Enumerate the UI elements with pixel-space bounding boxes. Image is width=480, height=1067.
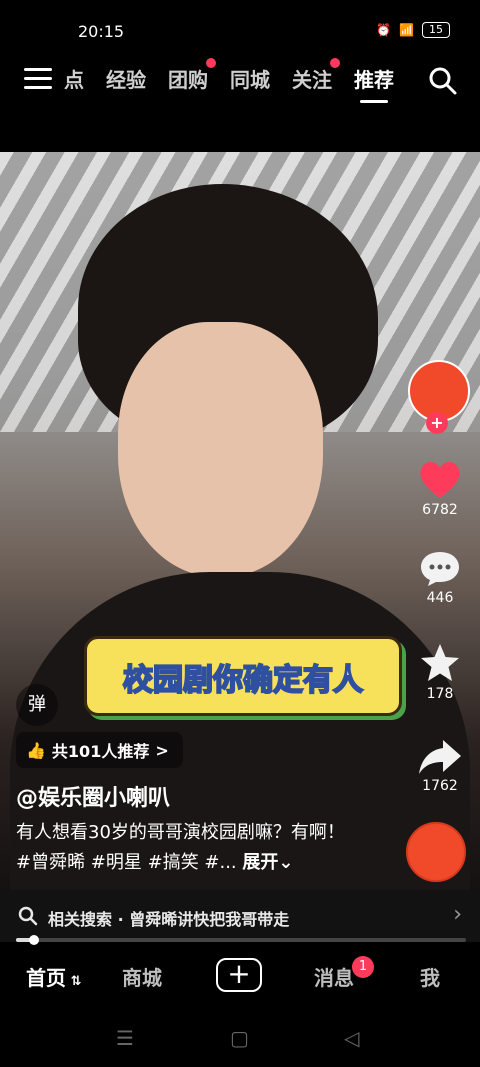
comment-count: 446	[426, 590, 454, 606]
recent-apps-icon[interactable]: ☰	[116, 1026, 134, 1050]
nav-home[interactable]: 首页 ⇅	[26, 962, 81, 991]
tab-group-buy[interactable]: 团购	[168, 58, 216, 93]
bottom-nav: 首页 ⇅ 商城 + 消息 1 我	[0, 946, 480, 1008]
chevron-right-icon: >	[155, 740, 169, 760]
home-square-icon[interactable]: ▢	[230, 1026, 249, 1050]
notification-dot	[206, 58, 216, 68]
like-count: 6782	[422, 502, 458, 518]
recommend-pill[interactable]: 👍 共101人推荐 >	[16, 732, 183, 768]
tab-experience[interactable]: 经验	[106, 64, 146, 93]
music-disc-icon[interactable]	[406, 822, 466, 882]
danmu-toggle-button[interactable]: 弹	[16, 684, 58, 726]
notification-dot	[330, 58, 340, 68]
back-triangle-icon[interactable]: ◁	[344, 1026, 359, 1050]
nav-me[interactable]: 我	[420, 962, 440, 991]
top-nav: 点 经验 团购 同城 关注 推荐	[0, 58, 480, 104]
messages-badge: 1	[352, 956, 374, 978]
menu-icon[interactable]	[24, 68, 52, 90]
follow-plus-button[interactable]: +	[426, 412, 448, 434]
share-arrow-icon	[419, 740, 461, 774]
create-plus-button[interactable]: +	[216, 958, 262, 992]
tab-dian[interactable]: 点	[64, 64, 84, 93]
search-icon	[18, 906, 38, 926]
favorite-count: 178	[426, 686, 454, 702]
tab-following[interactable]: 关注	[292, 58, 340, 93]
system-nav-bar: ☰ ▢ ◁	[0, 1008, 480, 1067]
related-search-text: 相关搜索 · 曾舜晞讲快把我哥带走	[48, 910, 290, 929]
share-button[interactable]: 1762	[400, 736, 480, 794]
star-icon	[421, 644, 459, 681]
top-tabs: 点 经验 团购 同城 关注 推荐	[64, 58, 394, 103]
progress-knob[interactable]	[29, 935, 39, 945]
chevron-down-icon: ⌄	[278, 852, 294, 873]
author-name[interactable]: @娱乐圈小喇叭	[16, 780, 170, 812]
tab-recommend[interactable]: 推荐	[354, 64, 394, 103]
comment-icon	[421, 552, 459, 586]
heart-icon	[420, 461, 460, 498]
tab-nearby[interactable]: 同城	[230, 64, 270, 93]
search-icon[interactable]	[428, 66, 458, 96]
expand-link[interactable]: 展开	[242, 852, 278, 873]
chevron-right-icon: ›	[453, 902, 462, 927]
status-bar: 20:15 ⏰ 📶 15	[0, 0, 480, 60]
battery-indicator: 15	[422, 22, 450, 38]
nav-messages[interactable]: 消息	[314, 962, 354, 991]
status-time: 20:15	[78, 22, 125, 41]
alarm-icon: ⏰	[376, 23, 392, 37]
favorite-button[interactable]: 178	[400, 642, 480, 702]
video-description: 有人想看30岁的哥哥演校园剧嘛？有啊！#曾舜晞 #明星 #搞笑 #... 展开⌄	[16, 822, 345, 873]
share-count: 1762	[422, 778, 458, 794]
thumbs-up-icon: 👍	[26, 740, 46, 760]
person-face	[118, 322, 323, 577]
video-caption-banner: 校园剧你确定有人	[84, 636, 402, 716]
nav-mall[interactable]: 商城	[122, 962, 162, 991]
comment-button[interactable]: 446	[400, 548, 480, 606]
video-progress-bar[interactable]	[16, 935, 466, 945]
wifi-icon: 📶	[399, 23, 414, 37]
related-search-bar[interactable]: 相关搜索 · 曾舜晞讲快把我哥带走 ›	[0, 890, 480, 942]
like-button[interactable]: 6782	[400, 458, 480, 518]
status-icons: ⏰ 📶 15	[376, 22, 450, 38]
